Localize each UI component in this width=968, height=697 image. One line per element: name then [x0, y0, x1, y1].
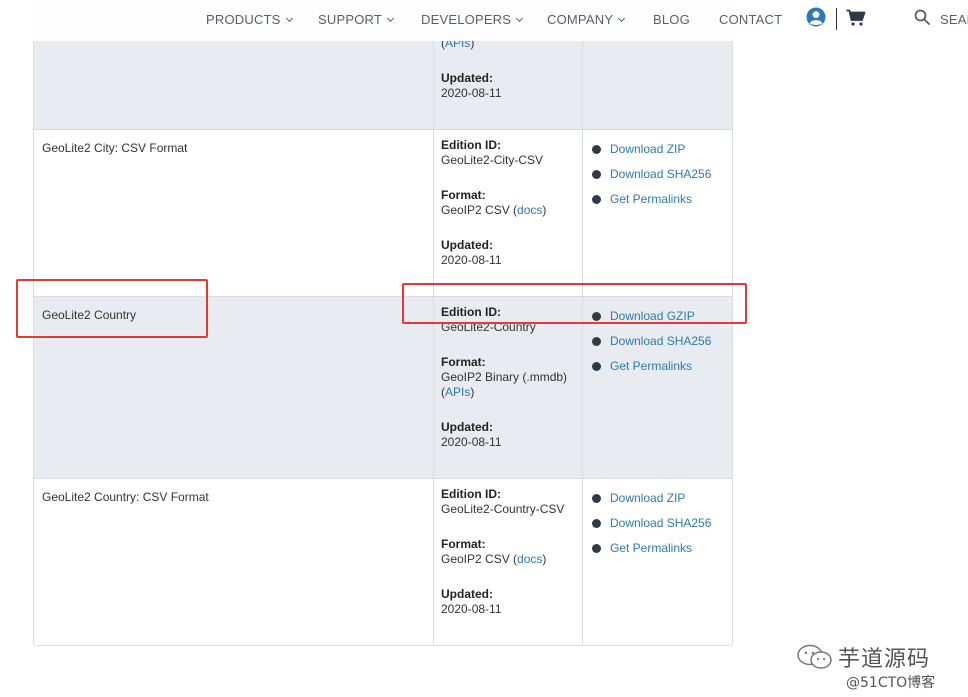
- watermark-subtitle: @51CTO博客: [846, 675, 936, 691]
- nav-contact[interactable]: CONTACT: [719, 12, 782, 27]
- list-item: Download SHA256: [592, 162, 723, 187]
- db-info-cell: Edition ID: GeoLite2-Country-CSV Format:…: [433, 479, 583, 645]
- nav-developers[interactable]: DEVELOPERS: [421, 12, 524, 27]
- db-links-cell: Download ZIP Download SHA256 Get Permali…: [583, 130, 732, 296]
- edition-id-label: Edition ID:: [441, 487, 501, 501]
- updated-label: Updated:: [441, 420, 493, 434]
- table-row: GeoLite2 City: CSV Format Edition ID: Ge…: [34, 130, 732, 297]
- list-item: Download SHA256: [592, 329, 723, 354]
- download-sha256-link[interactable]: Download SHA256: [610, 516, 711, 531]
- download-zip-link[interactable]: Download ZIP: [610, 142, 685, 157]
- updated-label: Updated:: [441, 587, 493, 601]
- chevron-down-icon: [386, 14, 395, 22]
- bullet-icon: [592, 337, 601, 346]
- db-info-cell: Edition ID: GeoLite2-City-CSV Format: Ge…: [433, 130, 583, 296]
- get-permalinks-link[interactable]: Get Permalinks: [610, 359, 692, 374]
- bullet-icon: [592, 519, 601, 528]
- docs-link[interactable]: docs: [517, 203, 542, 217]
- top-nav: PRODUCTS SUPPORT DEVELOPERS COMPANY BLOG…: [0, 0, 968, 41]
- list-item: Get Permalinks: [592, 187, 723, 212]
- get-permalinks-link[interactable]: Get Permalinks: [610, 192, 692, 207]
- nav-divider: [836, 8, 837, 30]
- user-icon[interactable]: [806, 7, 826, 30]
- updated-value: 2020-08-11: [441, 435, 502, 449]
- bullet-icon: [592, 494, 601, 503]
- annotation-box-country: [16, 279, 208, 338]
- format-value: GeoIP2 Binary (.mmdb): [441, 370, 568, 384]
- db-info-cell: Edition ID: GeoLite2-Country Format: Geo…: [433, 297, 583, 478]
- bullet-icon: [592, 362, 601, 371]
- watermark-title: 芋道源码: [838, 647, 931, 672]
- list-item: Get Permalinks: [592, 354, 723, 379]
- format-label: Format:: [441, 188, 486, 202]
- format-label: Format:: [441, 537, 486, 551]
- download-zip-link[interactable]: Download ZIP: [610, 491, 685, 506]
- list-item: Download SHA256: [592, 511, 723, 536]
- nav-support[interactable]: SUPPORT: [318, 12, 395, 27]
- bullet-icon: [592, 195, 601, 204]
- edition-id-value: GeoLite2-City-CSV: [441, 153, 544, 167]
- updated-value: 2020-08-11: [441, 253, 502, 267]
- updated-label: Updated:: [441, 238, 493, 252]
- chevron-down-icon: [516, 14, 524, 22]
- docs-link[interactable]: docs: [517, 552, 542, 566]
- list-item: Download ZIP: [592, 486, 723, 511]
- nav-blog[interactable]: BLOG: [653, 12, 690, 27]
- db-links-cell: Download GZIP Download SHA256 Get Permal…: [583, 297, 732, 478]
- chevron-down-icon: [285, 14, 293, 22]
- db-name: GeoLite2 Country: CSV Format: [42, 490, 209, 504]
- db-name: GeoLite2 City: CSV Format: [42, 141, 188, 155]
- chevron-down-icon: [618, 14, 626, 22]
- download-sha256-link[interactable]: Download SHA256: [610, 334, 711, 349]
- updated-label: Updated:: [441, 71, 493, 85]
- download-sha256-link[interactable]: Download SHA256: [610, 167, 711, 182]
- format-value: GeoIP2 CSV (: [441, 552, 518, 566]
- bullet-icon: [592, 170, 601, 179]
- edition-id-label: Edition ID:: [441, 138, 501, 152]
- annotation-box-edition: [402, 283, 747, 324]
- wechat-icon: [796, 644, 834, 673]
- get-permalinks-link[interactable]: Get Permalinks: [610, 541, 692, 556]
- nav-company[interactable]: COMPANY: [547, 12, 626, 27]
- bullet-icon: [592, 145, 601, 154]
- nav-search-label[interactable]: SEAR: [940, 12, 968, 27]
- search-icon[interactable]: [914, 9, 930, 28]
- format-label: Format:: [441, 355, 486, 369]
- cart-icon[interactable]: [846, 9, 866, 30]
- updated-value: 2020-08-11: [441, 602, 502, 616]
- updated-value: 2020-08-11: [441, 86, 502, 100]
- edition-id-value: GeoLite2-Country-CSV: [441, 502, 565, 516]
- nav-products[interactable]: PRODUCTS: [206, 12, 293, 27]
- list-item: Get Permalinks: [592, 536, 723, 561]
- db-name-cell: GeoLite2 Country: CSV Format: [34, 479, 433, 645]
- bullet-icon: [592, 544, 601, 553]
- apis-link[interactable]: APIs: [445, 385, 470, 399]
- db-name-cell: GeoLite2 City: CSV Format: [34, 130, 433, 296]
- db-links-cell: Download ZIP Download SHA256 Get Permali…: [583, 479, 732, 645]
- list-item: Download ZIP: [592, 137, 723, 162]
- table-row: GeoLite2 Country: CSV Format Edition ID:…: [34, 479, 732, 645]
- format-value: GeoIP2 CSV (: [441, 203, 518, 217]
